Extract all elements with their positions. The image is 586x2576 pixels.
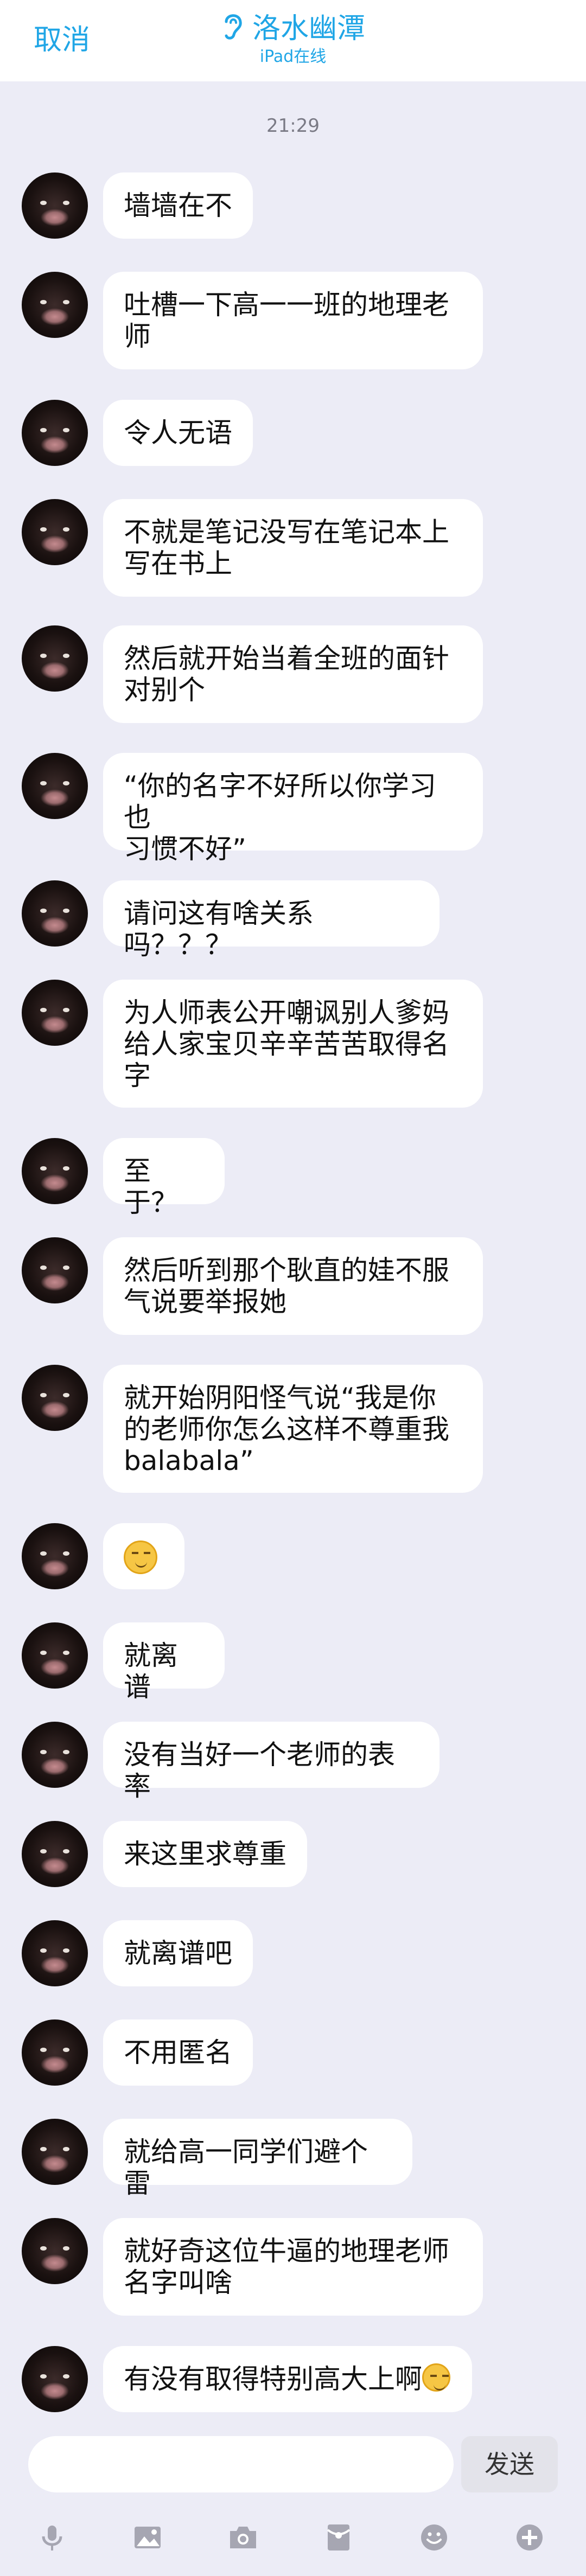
message-bubble[interactable]: 不用匿名 xyxy=(103,2019,253,2086)
message-text: 有没有取得特别高大上啊 xyxy=(124,2363,422,2395)
avatar[interactable] xyxy=(22,1920,88,1986)
message-bubble[interactable]: 墙墙在不 xyxy=(103,172,253,239)
input-toolbar xyxy=(0,2495,586,2576)
chat-header: 取消 洛水幽潭 iPad在线 xyxy=(0,0,586,81)
emoji-icon[interactable] xyxy=(419,2522,449,2553)
smirk-emoji-icon xyxy=(124,1541,157,1574)
message-bubble[interactable]: 至于？ xyxy=(103,1138,225,1218)
message-bubble[interactable]: 就离谱吧 xyxy=(103,1920,253,1986)
message-bubble[interactable]: “你的名字不好所以你学习也 习惯不好” xyxy=(103,753,483,865)
message-bubble[interactable]: 令人无语 xyxy=(103,400,253,466)
avatar[interactable] xyxy=(22,172,88,239)
message-bubble[interactable]: 来这里求尊重 xyxy=(103,1821,307,1887)
message-bubble[interactable] xyxy=(103,1523,184,1589)
avatar[interactable] xyxy=(22,880,88,947)
avatar[interactable] xyxy=(22,2218,88,2284)
online-status: iPad在线 xyxy=(259,47,327,66)
message-bubble[interactable]: 然后听到那个耿直的娃不服 气说要举报她 xyxy=(103,1237,483,1335)
flushed-emoji-icon xyxy=(422,2363,450,2392)
message-bubble[interactable]: 没有当好一个老师的表率 xyxy=(103,1722,440,1802)
message-bubble[interactable]: 吐槽一下高一一班的地理老 师 xyxy=(103,272,483,369)
avatar[interactable] xyxy=(22,499,88,565)
contact-title-block[interactable]: 洛水幽潭 iPad在线 xyxy=(0,11,586,68)
message-bubble[interactable]: 不就是笔记没写在笔记本上 写在书上 xyxy=(103,499,483,597)
message-bubble[interactable]: 然后就开始当着全班的面针 对别个 xyxy=(103,625,483,723)
message-input[interactable] xyxy=(28,2436,454,2492)
avatar[interactable] xyxy=(22,2346,88,2412)
avatar[interactable] xyxy=(22,1722,88,1788)
avatar[interactable] xyxy=(22,400,88,466)
avatar[interactable] xyxy=(22,1523,88,1589)
avatar[interactable] xyxy=(22,1622,88,1689)
avatar[interactable] xyxy=(22,1365,88,1431)
message-bubble[interactable]: 就离谱 xyxy=(103,1622,225,1703)
contact-name: 洛水幽潭 xyxy=(252,12,365,45)
message-bubble[interactable]: 有没有取得特别高大上啊 xyxy=(103,2346,472,2412)
avatar[interactable] xyxy=(22,980,88,1046)
avatar[interactable] xyxy=(22,1237,88,1303)
send-button[interactable]: 发送 xyxy=(461,2436,558,2492)
message-bubble[interactable]: 请问这有啥关系吗？？？ xyxy=(103,880,440,961)
microphone-icon[interactable] xyxy=(37,2522,67,2553)
contact-name-row: 洛水幽潭 xyxy=(0,11,586,46)
avatar[interactable] xyxy=(22,625,88,692)
message-timestamp: 21:29 xyxy=(266,115,320,137)
red-packet-icon[interactable] xyxy=(323,2522,354,2553)
avatar[interactable] xyxy=(22,1138,88,1204)
plus-icon[interactable] xyxy=(514,2522,545,2553)
image-icon[interactable] xyxy=(132,2522,163,2553)
avatar[interactable] xyxy=(22,2019,88,2086)
avatar[interactable] xyxy=(22,1821,88,1887)
message-bubble[interactable]: 就给高一同学们避个雷 xyxy=(103,2119,412,2199)
message-bubble[interactable]: 就好奇这位牛逼的地理老师 名字叫啥 xyxy=(103,2218,483,2316)
message-bubble[interactable]: 为人师表公开嘲讽别人爹妈 给人家宝贝辛辛苦苦取得名 字 xyxy=(103,980,483,1108)
camera-icon[interactable] xyxy=(228,2522,258,2553)
avatar[interactable] xyxy=(22,272,88,338)
avatar[interactable] xyxy=(22,2119,88,2185)
avatar[interactable] xyxy=(22,753,88,819)
ear-icon xyxy=(225,14,242,40)
message-bubble[interactable]: 就开始阴阳怪气说“我是你 的老师你怎么这样不尊重我 balabala” xyxy=(103,1365,483,1493)
